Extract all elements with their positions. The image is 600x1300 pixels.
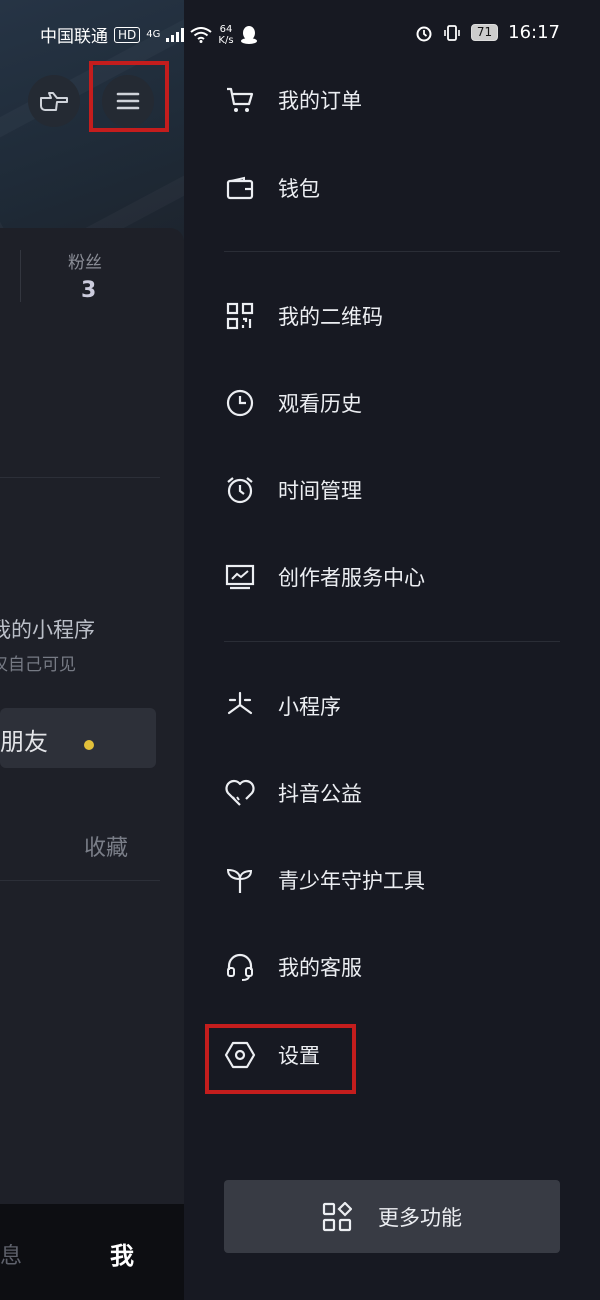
menu-item-orders[interactable]: 我的订单 (224, 80, 362, 120)
qq-icon (240, 25, 258, 45)
add-friend-label: 加朋友 (0, 728, 48, 756)
notification-dot (84, 740, 94, 750)
cart-icon (224, 84, 256, 116)
menu-divider (224, 641, 560, 642)
fans-label: 粉丝 (68, 253, 102, 273)
alarm-status-icon (415, 24, 433, 42)
menu-item-label: 青少年守护工具 (278, 869, 425, 893)
profile-page-background: 粉丝 3 我的小程序 仅自己可见 加朋友 收藏 消息 我 (0, 0, 184, 1300)
alarm-icon (224, 474, 256, 506)
menu-item-history[interactable]: 观看历史 (224, 383, 362, 423)
apps-grid-icon (322, 1201, 352, 1232)
miniprogram-icon (224, 690, 256, 722)
mini-program-title[interactable]: 我的小程序 (0, 614, 95, 644)
menu-item-label: 钱包 (278, 177, 320, 201)
menu-item-label: 我的订单 (278, 89, 362, 113)
status-right: 71 16:17 (415, 22, 560, 43)
menu-item-qrcode[interactable]: 我的二维码 (224, 296, 383, 336)
bottom-tab-bar (0, 1204, 184, 1300)
menu-item-label: 我的二维码 (278, 305, 383, 329)
heart-hand-icon (224, 777, 256, 809)
stats-divider (20, 250, 21, 302)
hd-badge: HD (114, 26, 141, 43)
status-bar: 中国联通 HD 4G 64 K/s 71 16:17 (0, 0, 600, 68)
carrier-name: 中国联通 (40, 27, 108, 47)
mini-program-note: 仅自己可见 (0, 655, 76, 675)
more-features-button[interactable]: 更多功能 (224, 1180, 560, 1253)
headset-icon (224, 951, 256, 983)
net-speed-unit: K/s (218, 34, 234, 46)
menu-item-label: 观看历史 (278, 392, 362, 416)
battery-indicator: 71 (470, 24, 499, 41)
qrcode-icon (224, 300, 256, 332)
net-speed: 64 K/s (218, 24, 233, 46)
vibrate-icon (443, 24, 461, 42)
clock-icon (224, 387, 256, 419)
tabs-divider (0, 880, 160, 881)
menu-item-customer-service[interactable]: 我的客服 (224, 947, 362, 987)
more-features-label: 更多功能 (378, 1205, 462, 1230)
menu-item-label: 抖音公益 (278, 782, 362, 806)
fans-count: 3 (81, 278, 97, 303)
menu-divider (224, 251, 560, 252)
pointing-hand-icon (39, 88, 69, 114)
highlight-menu-button (89, 61, 169, 132)
net-speed-value: 64 (219, 23, 233, 35)
menu-item-time-management[interactable]: 时间管理 (224, 470, 362, 510)
wallet-icon (224, 172, 256, 204)
wifi-icon (190, 26, 213, 43)
clock-time: 16:17 (508, 22, 560, 43)
tab-messages[interactable]: 消息 (0, 1238, 22, 1270)
visitor-hand-button[interactable] (28, 75, 80, 127)
menu-item-wallet[interactable]: 钱包 (224, 168, 320, 208)
chart-monitor-icon (224, 561, 256, 593)
network-type: 4G (146, 29, 161, 40)
sprout-icon (224, 864, 256, 896)
highlight-settings-item (205, 1024, 356, 1094)
menu-item-youth-protection[interactable]: 青少年守护工具 (224, 860, 425, 900)
add-friend-button[interactable]: 加朋友 (0, 708, 156, 768)
section-divider (0, 477, 160, 478)
menu-item-mini-programs[interactable]: 小程序 (224, 686, 341, 726)
menu-item-charity[interactable]: 抖音公益 (224, 773, 362, 813)
menu-item-label: 创作者服务中心 (278, 566, 425, 590)
signal-icon (166, 27, 185, 42)
menu-item-label: 小程序 (278, 695, 341, 719)
tab-me[interactable]: 我 (110, 1236, 134, 1271)
tab-collect[interactable]: 收藏 (84, 830, 128, 862)
menu-item-creator-center[interactable]: 创作者服务中心 (224, 557, 425, 597)
menu-item-label: 我的客服 (278, 956, 362, 980)
status-left: 中国联通 HD 4G 64 K/s (40, 22, 258, 47)
menu-item-label: 时间管理 (278, 479, 362, 503)
